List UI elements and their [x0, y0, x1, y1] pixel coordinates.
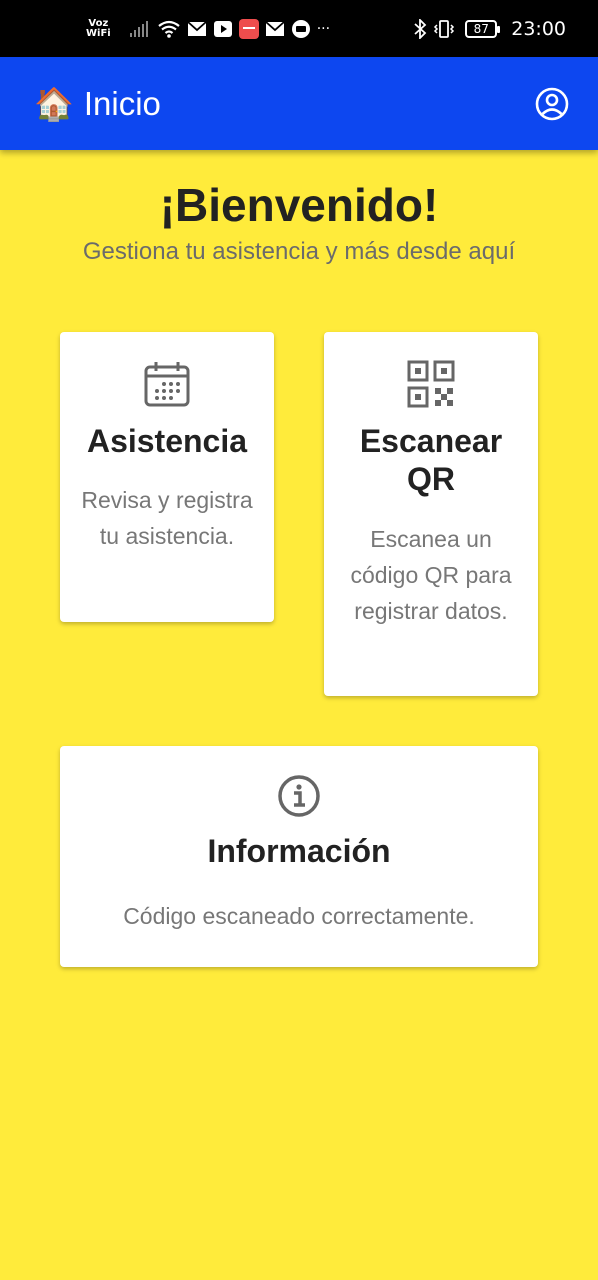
info-title: Información — [207, 833, 391, 869]
asistencia-description: Revisa y registra tu asistencia. — [81, 487, 253, 550]
app-bar: 🏠 Inicio — [0, 57, 598, 150]
scan-qr-description: Escanea un código QR para registrar dato… — [350, 525, 512, 624]
vibrate-icon — [433, 19, 455, 39]
status-bar: Voz WiFi ··· 87 23:00 — [0, 0, 598, 57]
page-title: Inicio — [83, 84, 161, 122]
app-bar-title-group: 🏠 Inicio — [34, 85, 161, 123]
welcome-title: ¡Bienvenido! — [159, 179, 439, 231]
video-icon — [213, 20, 233, 38]
more-notifications-icon: ··· — [316, 20, 331, 37]
mail-icon — [187, 20, 207, 37]
profile-button[interactable] — [534, 86, 570, 122]
signal-icon — [129, 20, 151, 37]
qr-code-icon — [407, 360, 455, 408]
scan-qr-title: Escanear QR — [359, 423, 503, 498]
account-circle-icon — [535, 87, 569, 120]
clock: 23:00 — [511, 17, 566, 40]
asistencia-title: Asistencia — [86, 423, 248, 459]
home-icon: 🏠 — [34, 85, 74, 122]
info-card[interactable]: Información Código escaneado correctamen… — [60, 746, 538, 967]
scan-qr-card[interactable]: Escanear QR Escanea un código QR para re… — [324, 332, 538, 696]
voz-wifi-indicator: Voz WiFi — [86, 17, 111, 39]
status-left: Voz WiFi ··· — [86, 17, 331, 39]
wifi-icon — [157, 20, 181, 38]
asistencia-card[interactable]: Asistencia Revisa y registra tu asistenc… — [60, 332, 274, 622]
bluetooth-icon — [413, 18, 427, 39]
info-description: Código escaneado correctamente. — [123, 903, 475, 930]
status-right: 87 23:00 — [413, 18, 566, 40]
welcome-subtitle: Gestiona tu asistencia y más desde aquí — [82, 238, 516, 265]
shopping-app-icon — [238, 18, 259, 39]
info-icon — [278, 775, 320, 817]
battery-indicator: 87 — [465, 19, 501, 38]
welcome-section: ¡Bienvenido! Gestiona tu asistencia y má… — [0, 178, 598, 266]
play-icon — [291, 19, 311, 39]
calendar-icon — [144, 362, 190, 407]
mail-icon-2 — [265, 20, 285, 37]
